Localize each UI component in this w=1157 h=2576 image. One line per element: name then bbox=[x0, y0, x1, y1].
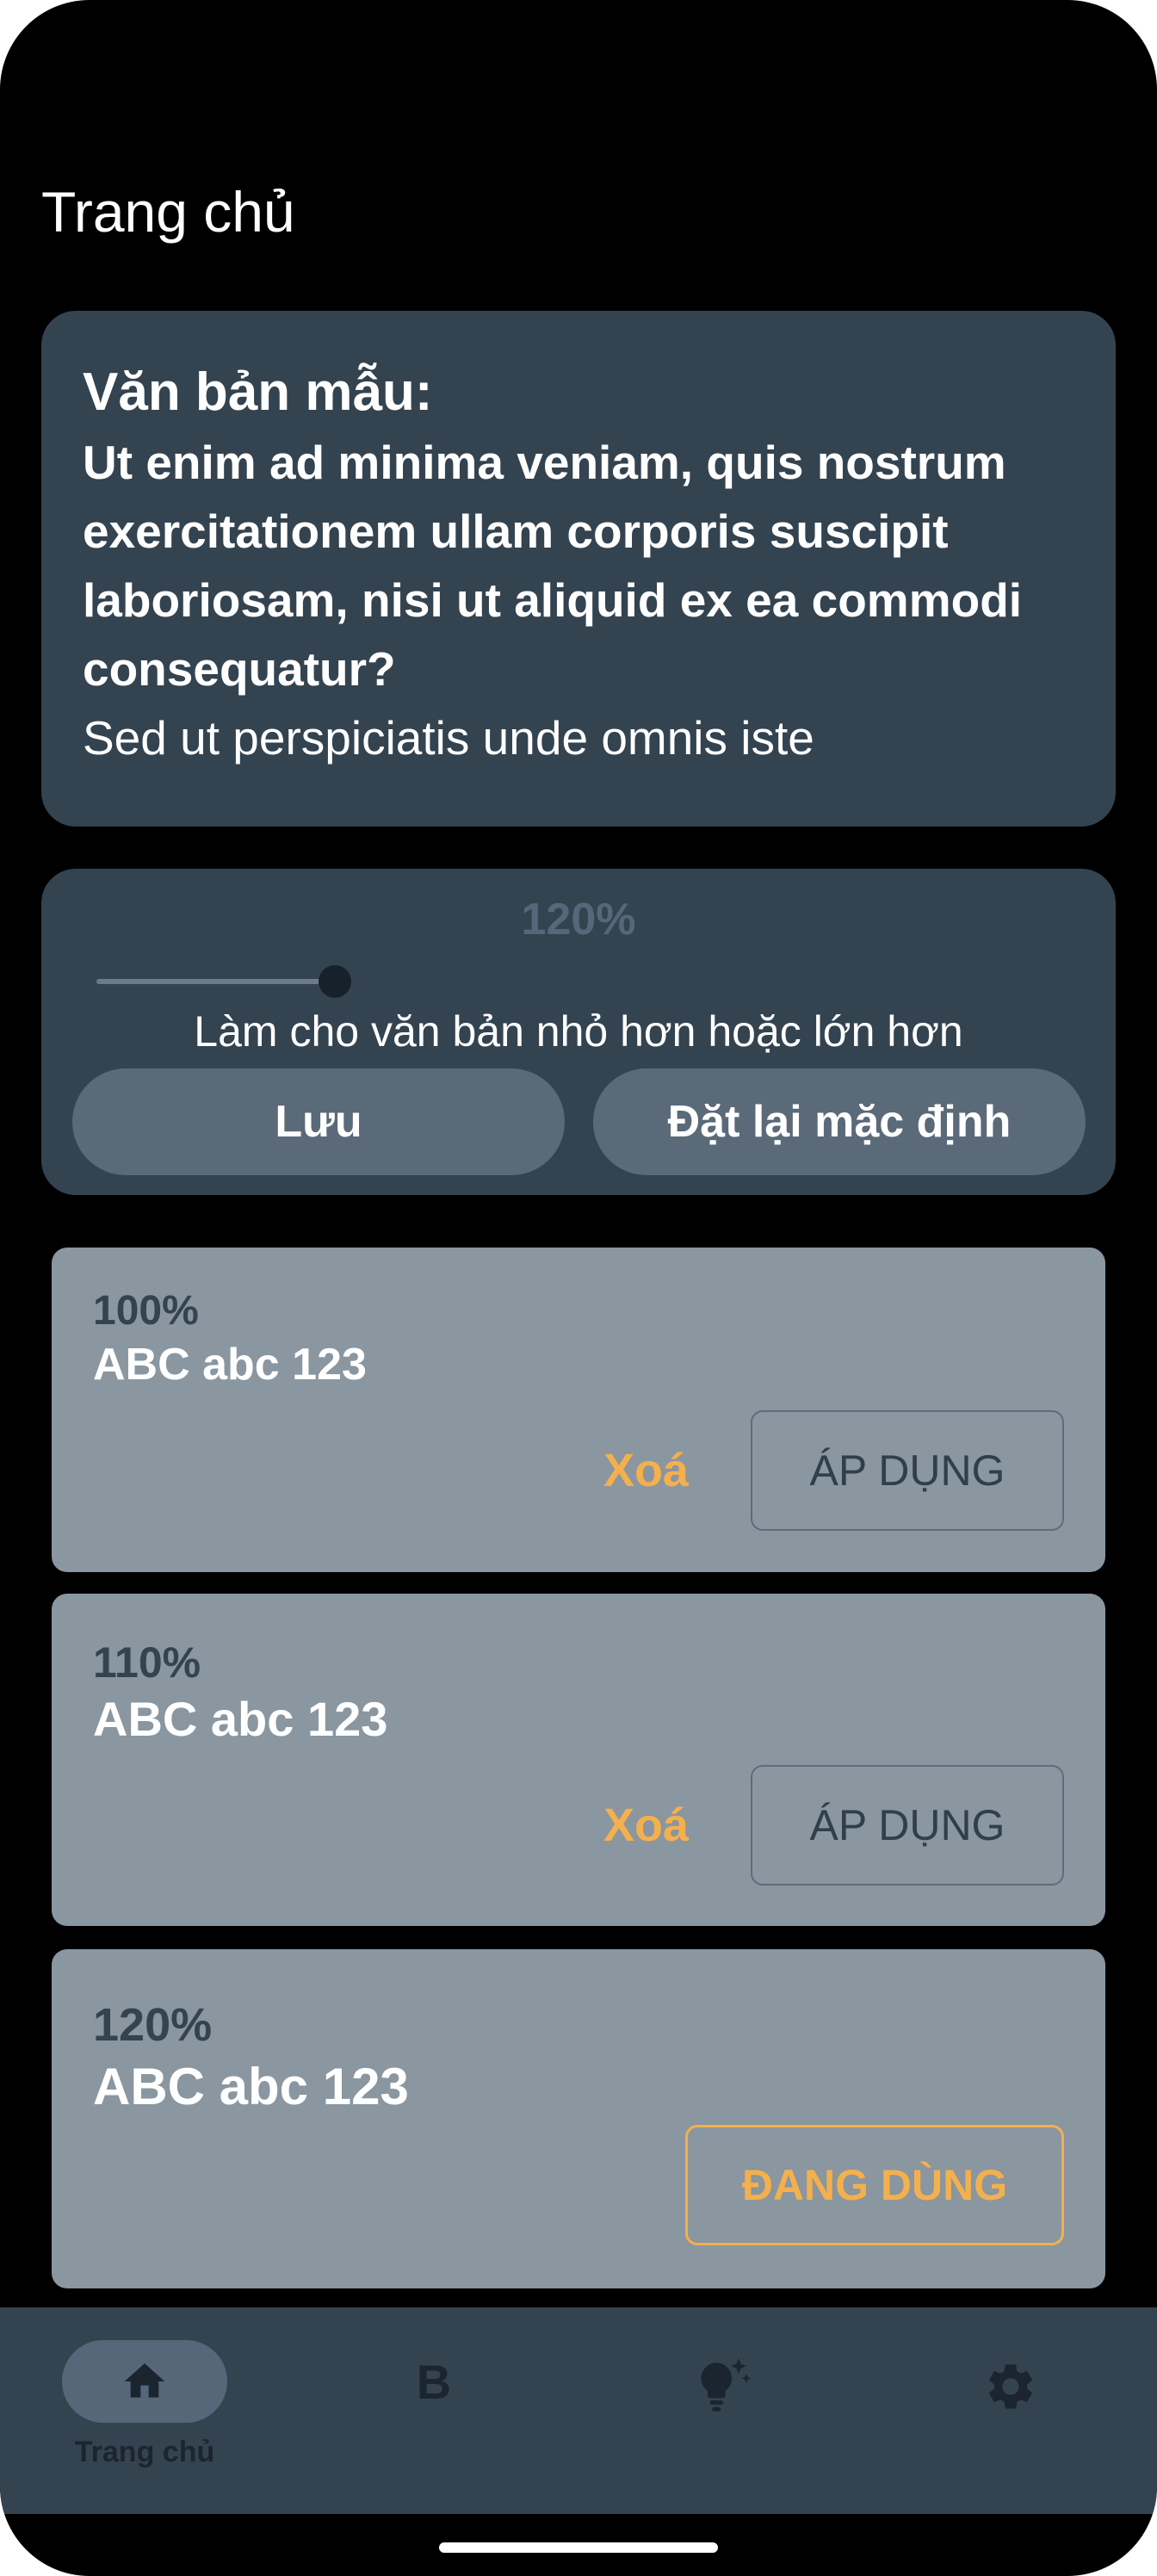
nav-item-bold[interactable]: B bbox=[289, 2307, 578, 2514]
slider-track[interactable] bbox=[96, 979, 327, 984]
bottom-navigation: Trang chủ B bbox=[0, 2307, 1157, 2514]
home-indicator[interactable] bbox=[439, 2542, 718, 2553]
save-button[interactable]: Lưu bbox=[72, 1068, 565, 1175]
in-use-button[interactable]: ĐANG DÙNG bbox=[685, 2125, 1064, 2245]
sample-regular-text: Sed ut perspiciatis unde omnis iste bbox=[83, 711, 814, 765]
preset-percent: 110% bbox=[93, 1638, 201, 1687]
sample-bold-text: Ut enim ad minima veniam, quis nostrum e… bbox=[83, 436, 1023, 696]
preset-sample-text: ABC abc 123 bbox=[93, 1692, 388, 1746]
app-screen: Trang chủ Văn bản mẫu: Ut enim ad minima… bbox=[0, 0, 1157, 2576]
gear-icon bbox=[983, 2359, 1038, 2414]
preset-sample-text: ABC abc 123 bbox=[93, 1340, 367, 1390]
preset-card-110: 110% ABC abc 123 Xoá ÁP DỤNG bbox=[52, 1594, 1105, 1926]
apply-button[interactable]: ÁP DỤNG bbox=[751, 1410, 1064, 1531]
preset-card-120: 120% ABC abc 123 ĐANG DÙNG bbox=[52, 1949, 1105, 2288]
home-icon bbox=[121, 2357, 169, 2406]
text-size-card: 120% Làm cho văn bản nhỏ hơn hoặc lớn hơ… bbox=[41, 869, 1116, 1195]
page-title: Trang chủ bbox=[41, 180, 295, 244]
preset-percent: 100% bbox=[93, 1288, 199, 1334]
sample-text-card: Văn bản mẫu: Ut enim ad minima veniam, q… bbox=[41, 311, 1116, 827]
text-size-slider[interactable] bbox=[96, 955, 355, 1006]
text-size-value: 120% bbox=[521, 895, 636, 944]
preset-sample-text: ABC abc 123 bbox=[93, 2058, 409, 2115]
bold-icon: B bbox=[416, 2355, 452, 2409]
nav-item-home[interactable]: Trang chủ bbox=[0, 2307, 289, 2514]
preset-card-100: 100% ABC abc 123 Xoá ÁP DỤNG bbox=[52, 1248, 1105, 1572]
sample-heading: Văn bản mẫu: bbox=[83, 362, 433, 422]
nav-item-tips[interactable] bbox=[578, 2307, 868, 2514]
delete-button[interactable]: Xoá bbox=[603, 1765, 689, 1886]
text-size-hint: Làm cho văn bản nhỏ hơn hoặc lớn hơn bbox=[194, 1007, 963, 1056]
reset-default-button[interactable]: Đặt lại mặc định bbox=[593, 1068, 1086, 1175]
nav-label-home: Trang chủ bbox=[74, 2436, 215, 2468]
delete-button[interactable]: Xoá bbox=[603, 1410, 689, 1531]
nav-item-settings[interactable] bbox=[868, 2307, 1157, 2514]
apply-button[interactable]: ÁP DỤNG bbox=[751, 1765, 1064, 1886]
lightbulb-sparkle-icon bbox=[692, 2354, 754, 2416]
preset-percent: 120% bbox=[93, 1999, 213, 2051]
slider-thumb[interactable] bbox=[319, 965, 351, 998]
